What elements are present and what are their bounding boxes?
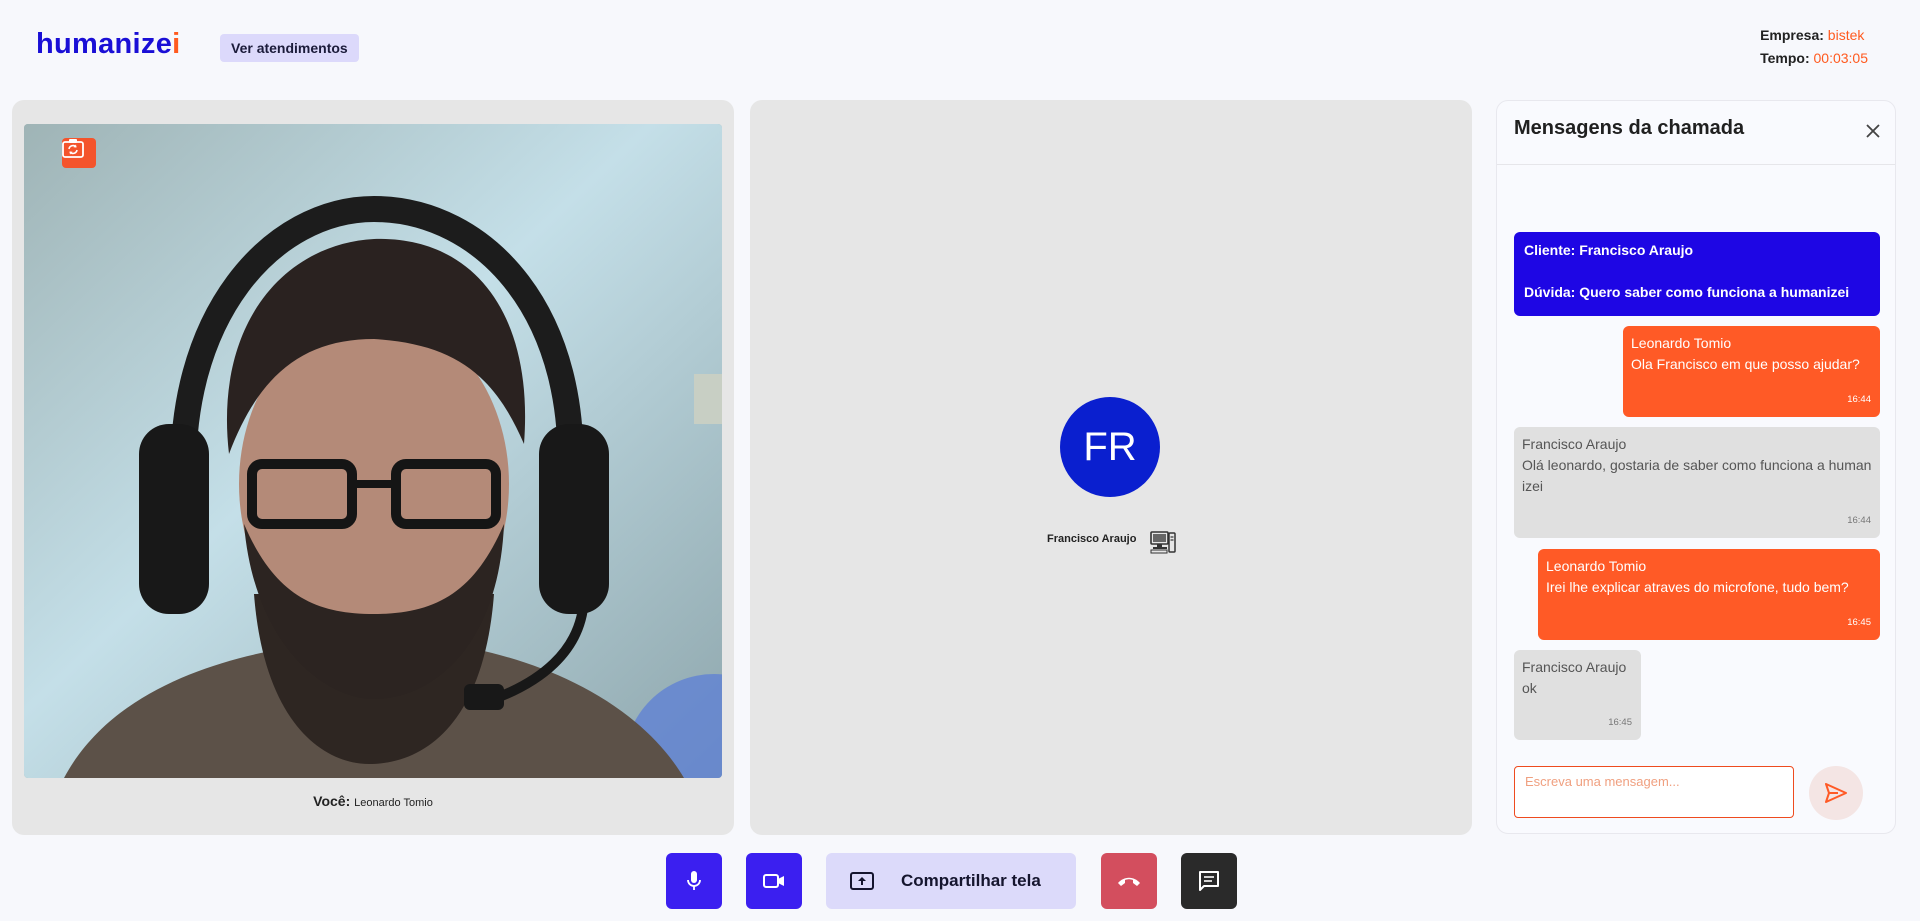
message-author: Francisco Araujo [1522,436,1627,452]
message-author: Leonardo Tomio [1546,558,1647,574]
message-time: 16:44 [1847,394,1871,405]
share-screen-label: Compartilhar tela [901,871,1041,890]
microphone-icon [687,871,701,890]
message-text: ok [1522,680,1537,696]
local-user-label: Você: Leonardo Tomio [313,793,433,809]
close-icon[interactable] [1865,123,1881,139]
local-user-name: Leonardo Tomio [354,797,433,809]
chat-title: Mensagens da chamada [1514,117,1745,139]
local-video [24,124,722,778]
share-screen-button[interactable]: Compartilhar tela [826,853,1076,909]
hang-up-button[interactable] [1101,853,1157,909]
remote-video-panel: FR Francisco Araujo [750,100,1472,835]
chat-message: Francisco Araujo ok 16:45 [1514,650,1641,740]
camera-switch-icon [62,139,84,158]
camera-button[interactable] [746,853,802,909]
chat-message: Francisco Araujo Olá leonardo, gostaria … [1514,427,1880,538]
desktop-computer-icon [1150,531,1176,554]
message-text: Irei lhe explicar atraves do microfone, … [1546,579,1849,595]
call-controls: Compartilhar tela [0,853,1920,909]
message-time: 16:44 [1847,515,1871,526]
remote-user-name: Francisco Araujo [1047,533,1137,545]
screen-share-icon [850,872,874,890]
logo: humanizei [36,28,181,60]
header: humanizei Ver atendimentos Empresa: bist… [0,0,1920,100]
ver-atendimentos-button[interactable]: Ver atendimentos [220,34,359,62]
chat-toggle-button[interactable] [1181,853,1237,909]
message-author: Leonardo Tomio [1631,335,1732,351]
tempo-value: 00:03:05 [1813,50,1869,66]
remote-avatar: FR [1060,397,1160,497]
message-time: 16:45 [1847,617,1871,628]
send-icon [1825,783,1847,803]
system-message-duvida: Dúvida: Quero saber como funciona a huma… [1524,284,1850,300]
hang-up-icon [1118,877,1140,886]
local-video-feed-illustration [24,124,722,778]
message-input[interactable]: Escreva uma mensagem... [1514,766,1794,818]
chat-panel: Mensagens da chamada Cliente: Francisco … [1496,100,1896,834]
local-video-panel: Você: Leonardo Tomio [12,100,734,835]
video-camera-icon [763,874,784,888]
chat-icon [1199,871,1219,891]
switch-camera-button[interactable] [62,138,96,168]
microphone-button[interactable] [666,853,722,909]
message-text: Ola Francisco em que posso ajudar? [1631,356,1860,372]
message-text: Olá leonardo, gostaria de saber como fun… [1522,457,1872,494]
chat-divider [1497,164,1895,165]
message-time: 16:45 [1608,717,1632,728]
system-message: Cliente: Francisco Araujo Dúvida: Quero … [1514,232,1880,316]
system-message-cliente: Cliente: Francisco Araujo [1524,242,1694,258]
chat-message: Leonardo Tomio Irei lhe explicar atraves… [1538,549,1880,640]
empresa-label: Empresa: [1760,27,1824,43]
chat-message: Leonardo Tomio Ola Francisco em que poss… [1623,326,1880,417]
empresa-value: bistek [1827,27,1865,43]
send-button[interactable] [1809,766,1863,820]
tempo-label: Tempo: [1760,50,1810,66]
message-author: Francisco Araujo [1522,659,1627,675]
call-info: Empresa: bistek Tempo: 00:03:05 [1760,24,1868,70]
